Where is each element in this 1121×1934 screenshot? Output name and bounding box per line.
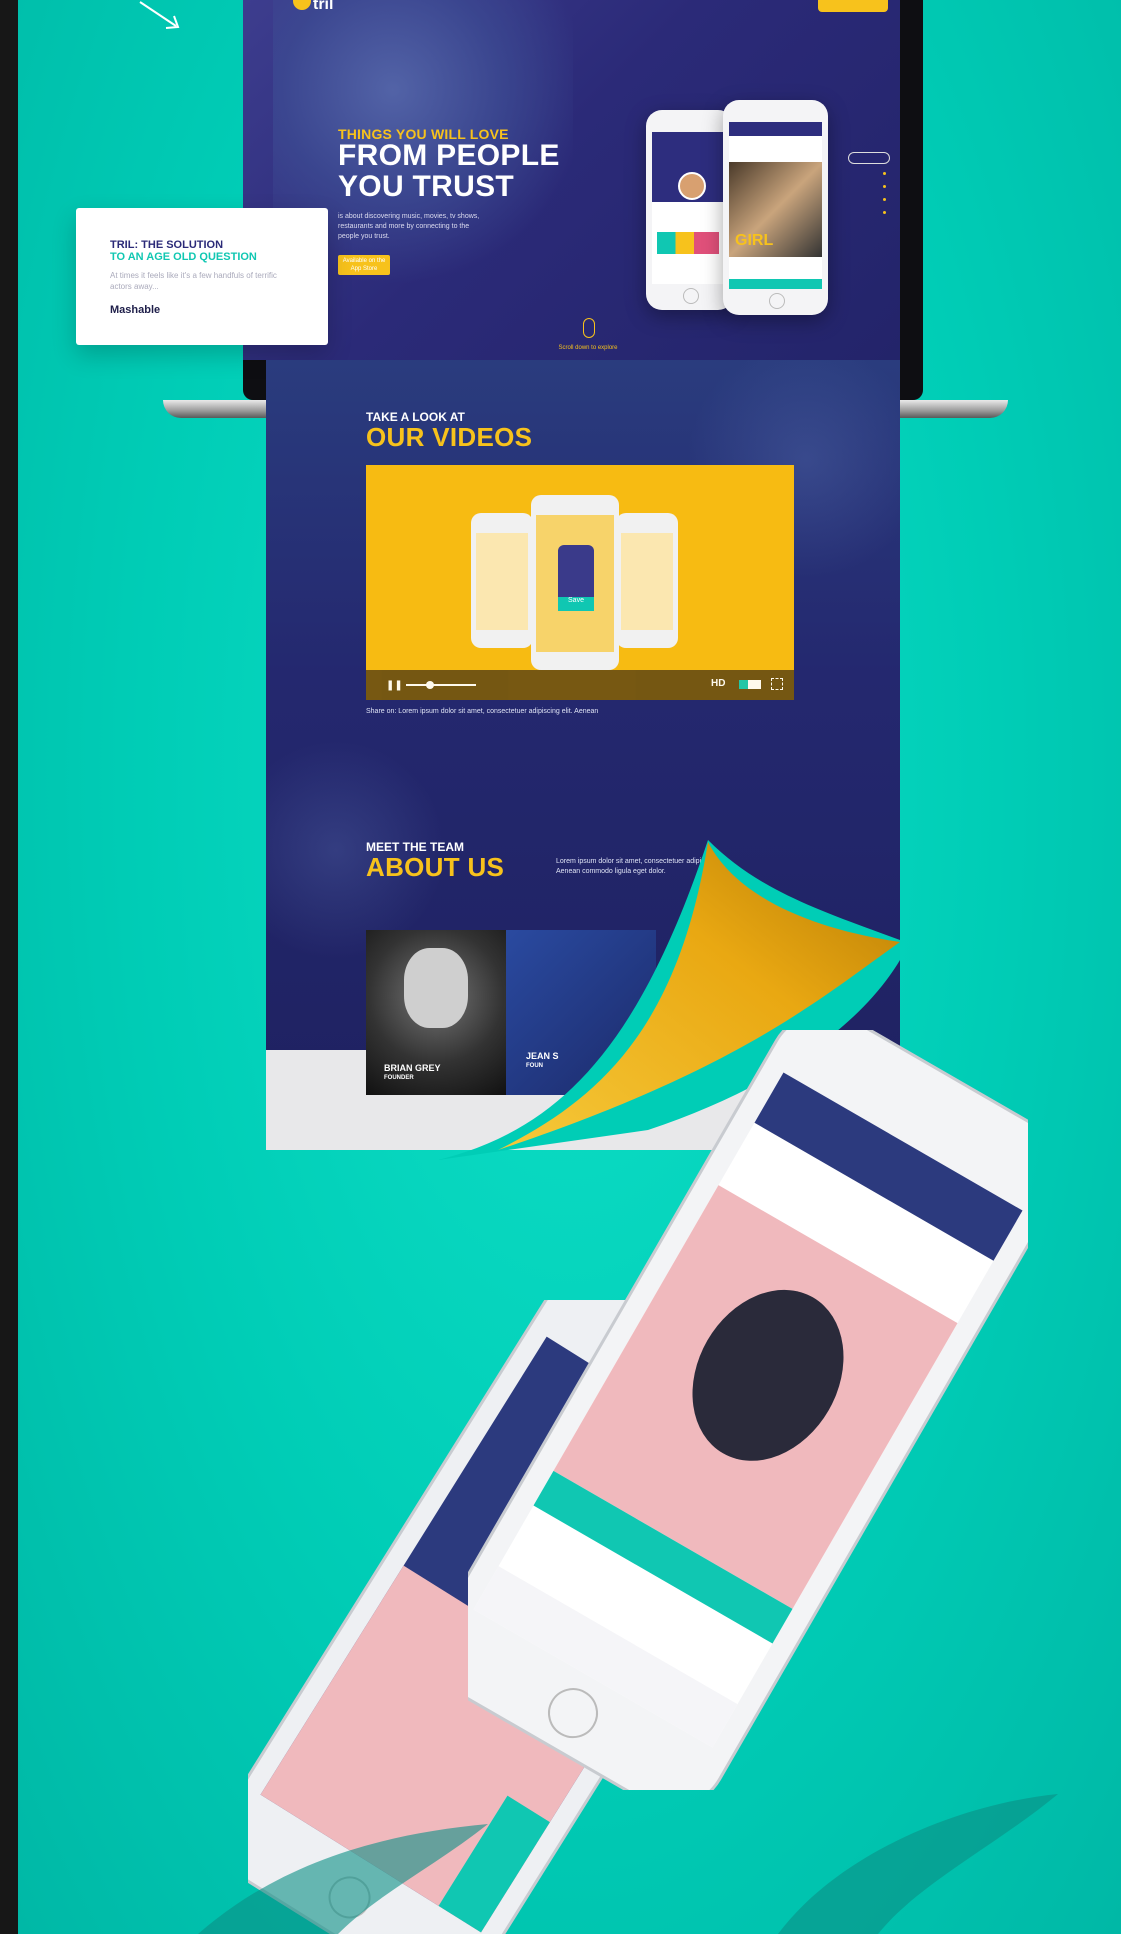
quote-source: Mashable	[110, 304, 161, 316]
video-progress-knob[interactable]	[426, 681, 434, 689]
home-button-icon	[683, 288, 699, 304]
hd-toggle[interactable]: HD	[711, 678, 725, 689]
hero-title: FROM PEOPLE YOU TRUST	[338, 140, 560, 202]
presentation-canvas: tril THINGS YOU WILL LOVE FROM PEOPLE YO…	[18, 0, 1121, 1934]
video-progress-track[interactable]	[406, 684, 476, 686]
mobile-phone-front	[468, 1030, 1028, 1790]
video-phone-right	[616, 513, 678, 648]
tril-logo[interactable]: tril	[313, 0, 333, 14]
video-phone-left	[471, 513, 533, 648]
hero-phone-right: GIRL	[723, 100, 828, 315]
quote-title-line2: TO AN AGE OLD QUESTION	[110, 251, 257, 263]
hero-phone-right-screen: GIRL	[729, 122, 822, 289]
hero-phone-left-screen	[652, 132, 728, 284]
team-member-role: FOUNDER	[384, 1075, 414, 1081]
arrow-icon	[139, 1, 180, 29]
fullscreen-icon[interactable]	[771, 678, 783, 690]
hero-phone-left	[646, 110, 734, 310]
press-quote-card: TRIL: THE SOLUTION TO AN AGE OLD QUESTIO…	[76, 208, 328, 345]
top-cta-button[interactable]	[818, 0, 888, 12]
scroll-mouse-icon	[583, 318, 595, 338]
team-member-name: BRIAN GREY	[384, 1063, 441, 1073]
video-controls: ❚❚ HD	[366, 670, 794, 700]
side-nav-dots[interactable]	[883, 172, 887, 224]
video-player[interactable]: Save ❚❚ HD	[366, 465, 794, 700]
hero-title-line2: YOU TRUST	[338, 170, 515, 203]
scroll-hint: Scroll down to explore	[558, 345, 618, 351]
side-nav-pill[interactable]	[848, 152, 890, 164]
video-phone-center: Save	[531, 495, 619, 670]
home-button-icon	[768, 293, 785, 309]
app-store-button[interactable]: Available on the App Store	[338, 255, 390, 275]
volume-icon[interactable]	[739, 680, 761, 689]
quote-body: At times it feels like it's a few handfu…	[110, 271, 277, 291]
hero-section: tril THINGS YOU WILL LOVE FROM PEOPLE YO…	[243, 0, 900, 360]
hero-subtitle: is about discovering music, movies, tv s…	[338, 213, 480, 240]
palm-leaf-shadow	[198, 1794, 1058, 1934]
hero-title-line1: FROM PEOPLE	[338, 139, 560, 172]
pause-icon[interactable]: ❚❚	[386, 680, 403, 691]
share-text: Share on: Lorem ipsum dolor sit amet, co…	[366, 708, 599, 715]
quote-title-line1: TRIL: THE SOLUTION	[110, 239, 224, 251]
video-save-chip[interactable]: Save	[558, 597, 594, 611]
videos-title: OUR VIDEOS	[366, 422, 533, 452]
